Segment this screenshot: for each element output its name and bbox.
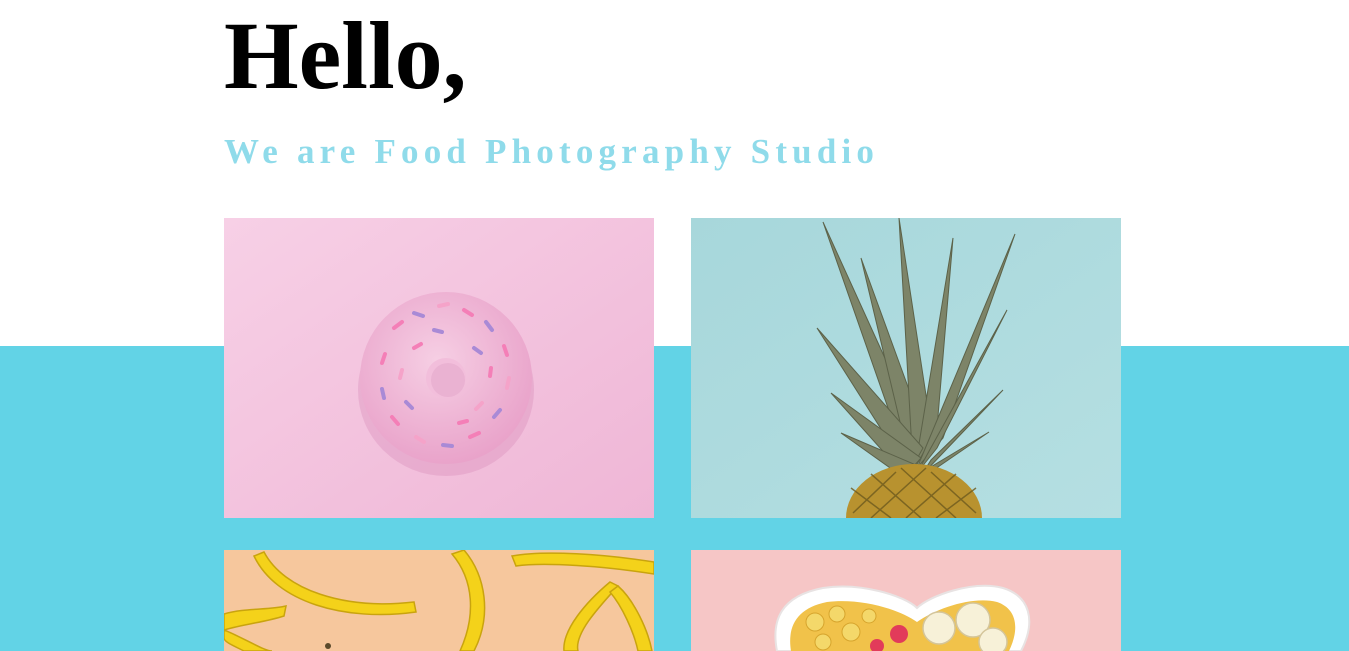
pineapple-photo-icon xyxy=(691,218,1121,518)
cyan-background-band xyxy=(0,346,1349,651)
gallery-photo-pineapple[interactable] xyxy=(691,218,1121,518)
hero-subheading: We are Food Photography Studio xyxy=(224,132,880,171)
gallery-photo-bananas[interactable] xyxy=(224,550,654,651)
bananas-photo-icon xyxy=(224,550,654,651)
gallery-photo-cereal-bowl[interactable] xyxy=(691,550,1121,651)
gallery-photo-donut[interactable] xyxy=(224,218,654,518)
cereal-bowl-photo-icon xyxy=(691,550,1121,651)
donut-photo-icon xyxy=(224,218,654,518)
hero-heading: Hello, xyxy=(224,2,467,109)
